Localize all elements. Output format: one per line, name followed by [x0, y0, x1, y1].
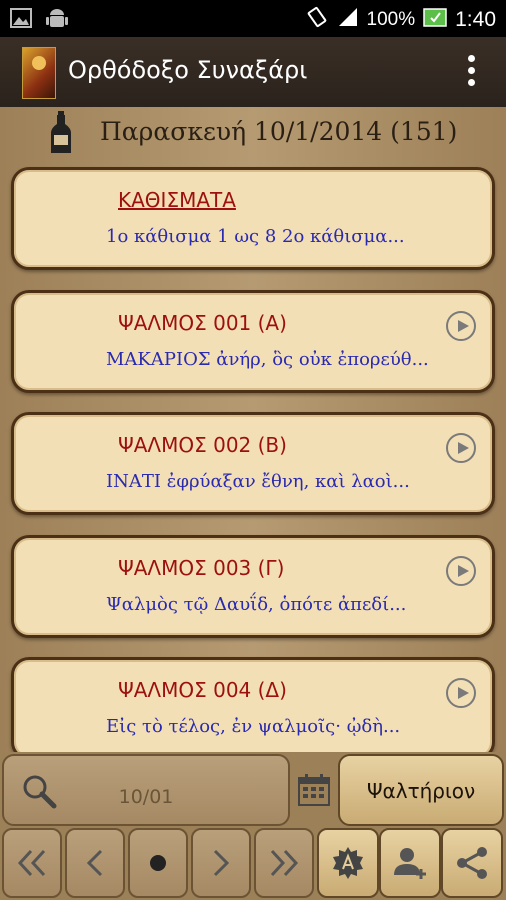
dot-icon: [150, 855, 166, 871]
last-button[interactable]: [254, 828, 314, 898]
list-item[interactable]: ΨΑΛΜΟΣ 001 (Α) ΜΑΚΑΡΙΟΣ ἀνήρ, ὃς οὐκ ἐπο…: [11, 290, 495, 393]
signal-icon: [337, 6, 359, 34]
bottle-icon: [50, 111, 72, 159]
calendar-icon[interactable]: [298, 774, 330, 810]
date-search-input[interactable]: 10/01: [2, 754, 290, 826]
card-title: ΨΑΛΜΟΣ 003 (Γ): [118, 556, 285, 580]
chevron-right-icon: [213, 849, 230, 877]
card-subtitle: ΜΑΚΑΡΙΟΣ ἀνήρ, ὃς οὐκ ἐπορεύθ...: [106, 349, 429, 370]
previous-button[interactable]: [65, 828, 125, 898]
content-area: Παρασκευή 10/1/2014 (151) ΚΑΘΙΣΜΑΤΑ 1ο κ…: [0, 107, 506, 760]
card-subtitle: 1ο κάθισμα 1 ως 8 2ο κάθισμα...: [106, 226, 405, 247]
card-subtitle: Εἰς τὸ τέλος, ἐν ψαλμοῖς· ᾠδὴ...: [106, 716, 401, 737]
play-icon[interactable]: [446, 678, 476, 708]
play-icon[interactable]: [446, 433, 476, 463]
vibrate-icon: [305, 5, 329, 35]
card-subtitle: ΙΝΑΤΙ ἐφρύαξαν ἔθνη, καὶ λαοὶ...: [106, 471, 410, 492]
app-icon[interactable]: [22, 47, 56, 99]
add-person-icon: [394, 848, 426, 879]
list-item[interactable]: ΚΑΘΙΣΜΑΤΑ 1ο κάθισμα 1 ως 8 2ο κάθισμα..…: [11, 167, 495, 270]
status-bar: 100% 1:40: [0, 0, 506, 37]
chevron-left-icon: [86, 849, 103, 877]
date-header: Παρασκευή 10/1/2014 (151): [0, 107, 506, 162]
battery-icon: [423, 6, 447, 34]
card-title: ΨΑΛΜΟΣ 001 (Α): [118, 311, 287, 335]
list-item[interactable]: ΨΑΛΜΟΣ 004 (Δ) Εἰς τὸ τέλος, ἐν ψαλμοῖς·…: [11, 657, 495, 760]
clock: 1:40: [455, 8, 496, 31]
image-notification-icon: [10, 8, 32, 34]
overflow-menu-icon[interactable]: [468, 55, 476, 89]
card-title[interactable]: ΚΑΘΙΣΜΑΤΑ: [118, 188, 236, 212]
list-item[interactable]: ΨΑΛΜΟΣ 003 (Γ) Ψαλμὸς τῷ Δαυΐδ, ὁπότε ἀπ…: [11, 535, 495, 638]
next-button[interactable]: [191, 828, 251, 898]
android-debug-icon: [46, 8, 68, 34]
font-badge-icon: [333, 847, 363, 879]
psalter-button[interactable]: Ψαλτήριον: [338, 754, 504, 826]
card-title: ΨΑΛΜΟΣ 002 (Β): [118, 433, 287, 457]
font-settings-button[interactable]: [317, 828, 379, 898]
bottom-toolbar: 10/01 Ψαλτήριον: [0, 752, 506, 900]
play-icon[interactable]: [446, 311, 476, 341]
app-title: Ορθόδοξο Συναξάρι: [68, 56, 308, 84]
today-button[interactable]: [128, 828, 188, 898]
battery-percent: 100%: [366, 9, 416, 30]
share-icon: [457, 847, 487, 879]
search-value: 10/01: [118, 786, 174, 808]
list-item[interactable]: ΨΑΛΜΟΣ 002 (Β) ΙΝΑΤΙ ἐφρύαξαν ἔθνη, καὶ …: [11, 412, 495, 515]
share-button[interactable]: [441, 828, 503, 898]
play-icon[interactable]: [446, 556, 476, 586]
date-label: Παρασκευή 10/1/2014 (151): [100, 117, 458, 146]
action-bar: Ορθόδοξο Συναξάρι: [0, 37, 506, 107]
double-chevron-right-icon: [270, 849, 299, 877]
double-chevron-left-icon: [17, 849, 46, 877]
add-contact-button[interactable]: [379, 828, 441, 898]
first-button[interactable]: [2, 828, 62, 898]
card-subtitle: Ψαλμὸς τῷ Δαυΐδ, ὁπότε ἀπεδί...: [106, 594, 407, 615]
card-title: ΨΑΛΜΟΣ 004 (Δ): [118, 678, 287, 702]
